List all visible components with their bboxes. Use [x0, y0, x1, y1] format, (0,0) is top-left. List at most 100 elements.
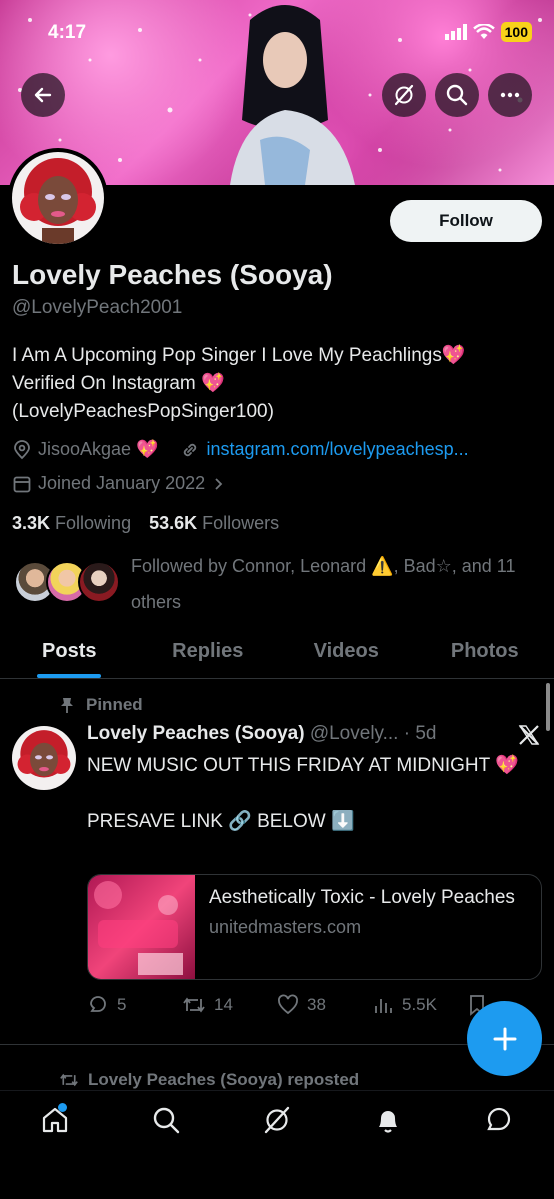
follow-button[interactable]: Follow	[390, 200, 542, 242]
reply-count: 5	[117, 995, 127, 1014]
grok-icon	[394, 84, 414, 106]
repost-indicator: Lovely Peaches (Sooya) reposted	[58, 1070, 359, 1090]
search-button[interactable]	[435, 73, 479, 117]
post-author-name[interactable]: Lovely Peaches (Sooya)	[87, 723, 305, 744]
album-art-image	[94, 881, 183, 975]
link-preview-domain: unitedmasters.com	[209, 917, 362, 937]
active-tab-indicator	[37, 674, 102, 678]
repost-label: Lovely Peaches (Sooya) reposted	[88, 1070, 360, 1089]
link-preview-image	[88, 875, 195, 979]
post-header: Lovely Peaches (Sooya) @Lovely... · 5d	[87, 723, 436, 745]
arrow-left-icon	[34, 87, 52, 103]
bell-icon	[378, 1111, 397, 1133]
nav-messages[interactable]	[469, 1105, 529, 1145]
nav-notifications[interactable]	[358, 1105, 418, 1145]
calendar-icon	[13, 476, 31, 492]
followed-by-text[interactable]: Followed by Connor, Leonard ⚠️, Bad☆, an…	[131, 548, 541, 620]
like-count: 38	[307, 995, 326, 1014]
pinned-indicator: Pinned	[58, 695, 143, 715]
nav-search[interactable]	[136, 1105, 196, 1145]
bottom-navigation	[0, 1090, 554, 1199]
nav-home[interactable]	[25, 1103, 85, 1145]
followers-label: Followers	[202, 513, 280, 533]
avatar	[78, 561, 120, 603]
compose-post-button[interactable]	[467, 1001, 542, 1076]
profile-avatar[interactable]	[8, 148, 108, 248]
more-options-button[interactable]	[488, 73, 532, 117]
profile-meta-row: JisooAkgae 💖 instagram.com/lovelypeaches…	[12, 439, 469, 460]
more-horizontal-icon	[500, 92, 520, 98]
cellular-signal-icon	[444, 24, 467, 40]
views-count: 5.5K	[402, 995, 437, 1014]
link-preview-body: Aesthetically Toxic - Lovely Peaches uni…	[195, 875, 529, 979]
grok-icon	[264, 1106, 290, 1134]
repost-icon	[60, 1073, 78, 1087]
reply-button[interactable]: 5	[87, 994, 182, 1016]
repost-button[interactable]: 14	[182, 994, 277, 1016]
bio-line: (LovelyPeachesPopSinger100)	[12, 401, 274, 422]
tab-videos[interactable]: Videos	[277, 625, 416, 678]
repost-count: 14	[214, 995, 233, 1014]
profile-location: JisooAkgae 💖	[38, 439, 159, 459]
repost-icon	[183, 997, 205, 1013]
profile-website-link[interactable]: instagram.com/lovelypeachesp...	[206, 439, 468, 460]
chevron-right-icon	[215, 477, 223, 490]
tab-label: Videos	[313, 640, 379, 662]
chat-bubble-icon	[486, 1107, 510, 1131]
post-actions: 5 14 38 5.5K	[87, 994, 537, 1016]
heart-icon	[278, 994, 298, 1015]
post-author-avatar[interactable]	[12, 726, 76, 790]
tab-label: Replies	[172, 640, 244, 662]
profile-joined-row[interactable]: Joined January 2022	[12, 473, 225, 494]
link-icon	[184, 443, 197, 456]
tab-label: Posts	[42, 640, 97, 662]
pin-icon	[61, 698, 73, 713]
post-text-line: PRESAVE LINK 🔗 BELOW ⬇️	[87, 811, 355, 832]
tab-photos[interactable]: Photos	[416, 625, 554, 678]
location-pin-icon	[14, 439, 30, 459]
post-handle-time: @Lovely... · 5d	[309, 723, 437, 744]
following-link[interactable]: 3.3K Following	[12, 513, 131, 534]
followers-link[interactable]: 53.6K Followers	[149, 513, 279, 534]
tab-replies[interactable]: Replies	[139, 625, 278, 678]
avatar-portrait	[12, 726, 76, 790]
views-button[interactable]: 5.5K	[372, 994, 467, 1016]
following-count: 3.3K	[12, 513, 51, 533]
like-button[interactable]: 38	[277, 994, 372, 1016]
avatar-portrait	[12, 152, 104, 244]
scrollbar[interactable]	[546, 683, 550, 731]
status-icons: 100	[444, 22, 532, 42]
status-time: 4:17	[48, 22, 87, 43]
reply-icon	[90, 996, 106, 1012]
tab-posts[interactable]: Posts	[0, 625, 139, 678]
link-preview-card[interactable]: Aesthetically Toxic - Lovely Peaches uni…	[87, 874, 542, 980]
battery-indicator: 100	[500, 22, 532, 42]
profile-bio: I Am A Upcoming Pop Singer I Love My Pea…	[12, 342, 542, 426]
views-chart-icon	[375, 999, 392, 1013]
profile-tabs: Posts Replies Videos Photos	[0, 625, 554, 679]
bio-line: I Am A Upcoming Pop Singer I Love My Pea…	[12, 345, 466, 366]
plus-icon	[493, 1027, 516, 1050]
search-icon	[446, 84, 468, 106]
x-logo-icon	[518, 725, 540, 745]
nav-grok[interactable]	[247, 1105, 307, 1145]
back-button[interactable]	[21, 73, 65, 117]
tab-label: Photos	[450, 640, 519, 662]
followers-count: 53.6K	[149, 513, 198, 533]
profile-joined-date: Joined January 2022	[38, 473, 206, 493]
followed-by-avatars[interactable]	[14, 561, 124, 607]
following-label: Following	[55, 513, 132, 533]
bio-line: Verified On Instagram 💖	[12, 373, 225, 394]
post-text: NEW MUSIC OUT THIS FRIDAY AT MIDNIGHT 💖 …	[87, 752, 537, 836]
profile-handle: @LovelyPeach2001	[12, 297, 183, 318]
grok-button[interactable]	[382, 73, 426, 117]
pinned-label: Pinned	[86, 695, 143, 714]
post-text-line: NEW MUSIC OUT THIS FRIDAY AT MIDNIGHT 💖	[87, 755, 519, 776]
search-icon	[153, 1107, 180, 1134]
link-preview-title: Aesthetically Toxic - Lovely Peaches	[209, 887, 515, 908]
status-bar: 4:17 100	[0, 20, 554, 48]
profile-name: Lovely Peaches (Sooya)	[12, 259, 333, 290]
follow-counts: 3.3K Following 53.6K Followers	[12, 513, 279, 534]
wifi-icon	[472, 24, 495, 39]
avatar-image	[12, 152, 104, 244]
